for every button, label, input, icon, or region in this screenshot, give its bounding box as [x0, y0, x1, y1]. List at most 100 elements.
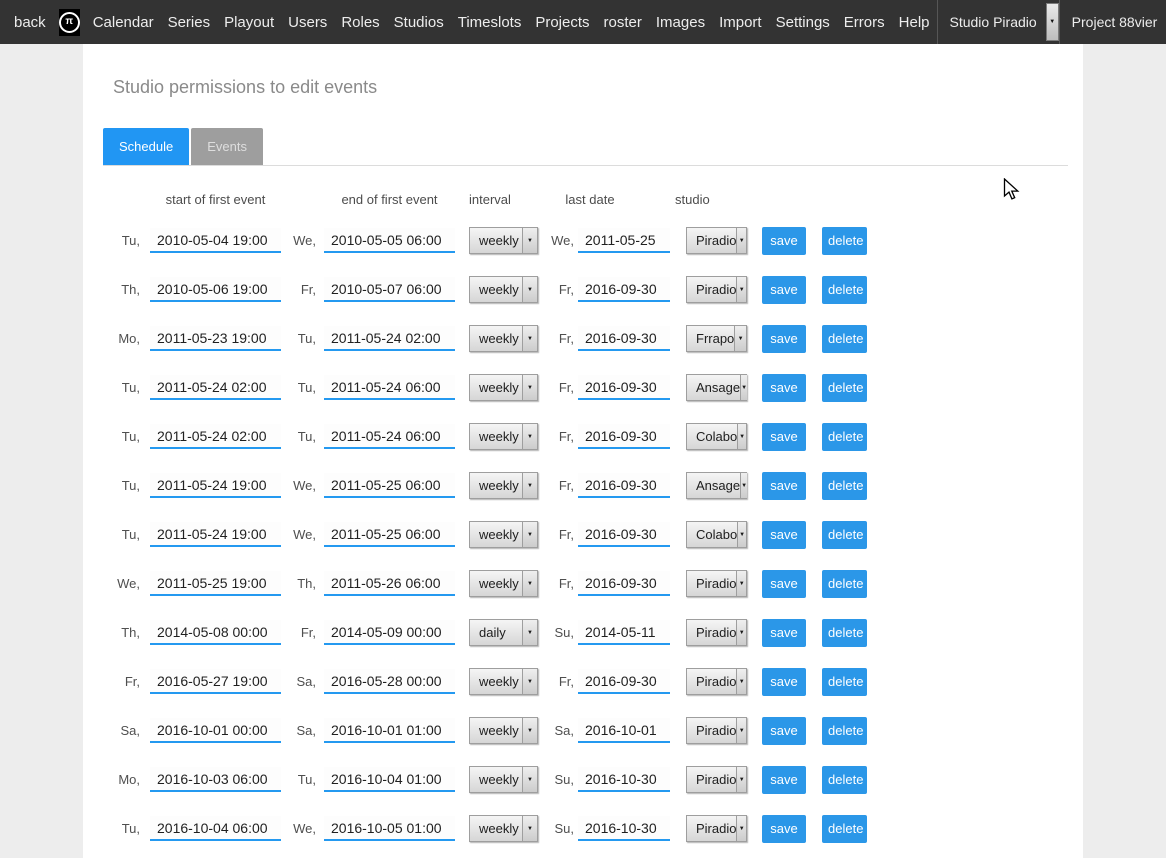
studio-select[interactable]: Piradio ▼ — [686, 619, 747, 646]
end-datetime-input[interactable] — [324, 228, 455, 253]
studio-select[interactable]: Piradio ▼ — [686, 717, 747, 744]
save-button[interactable]: save — [762, 619, 806, 647]
studio-select-nav[interactable]: Studio Piradio ▼ — [937, 0, 1060, 44]
save-button[interactable]: save — [762, 276, 806, 304]
delete-button[interactable]: delete — [822, 570, 867, 598]
tab-schedule[interactable]: Schedule — [103, 128, 189, 165]
end-datetime-input[interactable] — [324, 816, 455, 841]
chevron-down-icon[interactable]: ▼ — [736, 277, 746, 302]
chevron-down-icon[interactable]: ▼ — [522, 571, 537, 596]
back-link[interactable]: back — [14, 14, 46, 31]
start-datetime-input[interactable] — [150, 816, 281, 841]
last-date-input[interactable] — [578, 522, 670, 547]
nav-item-projects[interactable]: Projects — [535, 14, 589, 31]
save-button[interactable]: save — [762, 668, 806, 696]
studio-select[interactable]: Colabo ▼ — [686, 521, 747, 548]
last-date-input[interactable] — [578, 326, 670, 351]
interval-select[interactable]: weekly ▼ — [469, 570, 538, 597]
last-date-input[interactable] — [578, 424, 670, 449]
interval-select[interactable]: weekly ▼ — [469, 668, 538, 695]
save-button[interactable]: save — [762, 227, 806, 255]
save-button[interactable]: save — [762, 717, 806, 745]
delete-button[interactable]: delete — [822, 619, 867, 647]
chevron-down-icon[interactable]: ▼ — [736, 669, 746, 694]
studio-select[interactable]: Piradio ▼ — [686, 766, 747, 793]
end-datetime-input[interactable] — [324, 620, 455, 645]
nav-item-series[interactable]: Series — [168, 14, 211, 31]
end-datetime-input[interactable] — [324, 571, 455, 596]
end-datetime-input[interactable] — [324, 277, 455, 302]
start-datetime-input[interactable] — [150, 767, 281, 792]
interval-select[interactable]: weekly ▼ — [469, 766, 538, 793]
chevron-down-icon[interactable]: ▼ — [522, 816, 537, 841]
interval-select[interactable]: weekly ▼ — [469, 325, 538, 352]
nav-item-errors[interactable]: Errors — [844, 14, 885, 31]
studio-select[interactable]: Piradio ▼ — [686, 276, 747, 303]
chevron-down-icon[interactable]: ▼ — [522, 326, 537, 351]
save-button[interactable]: save — [762, 570, 806, 598]
chevron-down-icon[interactable]: ▼ — [734, 326, 746, 351]
nav-item-images[interactable]: Images — [656, 14, 705, 31]
end-datetime-input[interactable] — [324, 522, 455, 547]
chevron-down-icon[interactable]: ▼ — [522, 375, 537, 400]
chevron-down-icon[interactable]: ▼ — [737, 424, 746, 449]
studio-select[interactable]: Piradio ▼ — [686, 227, 747, 254]
chevron-down-icon[interactable]: ▼ — [736, 228, 746, 253]
chevron-down-icon[interactable]: ▼ — [736, 767, 746, 792]
nav-item-timeslots[interactable]: Timeslots — [458, 14, 522, 31]
delete-button[interactable]: delete — [822, 668, 867, 696]
interval-select[interactable]: weekly ▼ — [469, 227, 538, 254]
nav-item-calendar[interactable]: Calendar — [93, 14, 154, 31]
chevron-down-icon[interactable]: ▼ — [736, 816, 746, 841]
chevron-down-icon[interactable]: ▼ — [1046, 3, 1059, 41]
studio-select[interactable]: Piradio ▼ — [686, 815, 747, 842]
last-date-input[interactable] — [578, 669, 670, 694]
last-date-input[interactable] — [578, 620, 670, 645]
chevron-down-icon[interactable]: ▼ — [522, 669, 537, 694]
last-date-input[interactable] — [578, 375, 670, 400]
last-date-input[interactable] — [578, 228, 670, 253]
chevron-down-icon[interactable]: ▼ — [736, 571, 746, 596]
save-button[interactable]: save — [762, 472, 806, 500]
start-datetime-input[interactable] — [150, 375, 281, 400]
studio-select[interactable]: Piradio ▼ — [686, 570, 747, 597]
end-datetime-input[interactable] — [324, 375, 455, 400]
chevron-down-icon[interactable]: ▼ — [736, 718, 746, 743]
nav-item-users[interactable]: Users — [288, 14, 327, 31]
start-datetime-input[interactable] — [150, 424, 281, 449]
start-datetime-input[interactable] — [150, 620, 281, 645]
nav-item-help[interactable]: Help — [899, 14, 930, 31]
interval-select[interactable]: daily ▼ — [469, 619, 538, 646]
nav-item-playout[interactable]: Playout — [224, 14, 274, 31]
save-button[interactable]: save — [762, 374, 806, 402]
delete-button[interactable]: delete — [822, 325, 867, 353]
interval-select[interactable]: weekly ▼ — [469, 423, 538, 450]
chevron-down-icon[interactable]: ▼ — [522, 277, 537, 302]
start-datetime-input[interactable] — [150, 718, 281, 743]
save-button[interactable]: save — [762, 325, 806, 353]
last-date-input[interactable] — [578, 277, 670, 302]
start-datetime-input[interactable] — [150, 669, 281, 694]
interval-select[interactable]: weekly ▼ — [469, 717, 538, 744]
delete-button[interactable]: delete — [822, 766, 867, 794]
chevron-down-icon[interactable]: ▼ — [522, 473, 537, 498]
nav-item-roles[interactable]: Roles — [341, 14, 379, 31]
delete-button[interactable]: delete — [822, 815, 867, 843]
chevron-down-icon[interactable]: ▼ — [522, 228, 537, 253]
interval-select[interactable]: weekly ▼ — [469, 815, 538, 842]
nav-item-import[interactable]: Import — [719, 14, 762, 31]
save-button[interactable]: save — [762, 521, 806, 549]
last-date-input[interactable] — [578, 571, 670, 596]
end-datetime-input[interactable] — [324, 767, 455, 792]
save-button[interactable]: save — [762, 423, 806, 451]
studio-select[interactable]: Frrapo ▼ — [686, 325, 747, 352]
last-date-input[interactable] — [578, 473, 670, 498]
end-datetime-input[interactable] — [324, 718, 455, 743]
delete-button[interactable]: delete — [822, 423, 867, 451]
chevron-down-icon[interactable]: ▼ — [522, 424, 537, 449]
tab-events[interactable]: Events — [191, 128, 263, 165]
studio-select[interactable]: Colabo ▼ — [686, 423, 747, 450]
start-datetime-input[interactable] — [150, 326, 281, 351]
studio-select[interactable]: Ansage ▼ — [686, 374, 747, 401]
chevron-down-icon[interactable]: ▼ — [740, 375, 747, 400]
